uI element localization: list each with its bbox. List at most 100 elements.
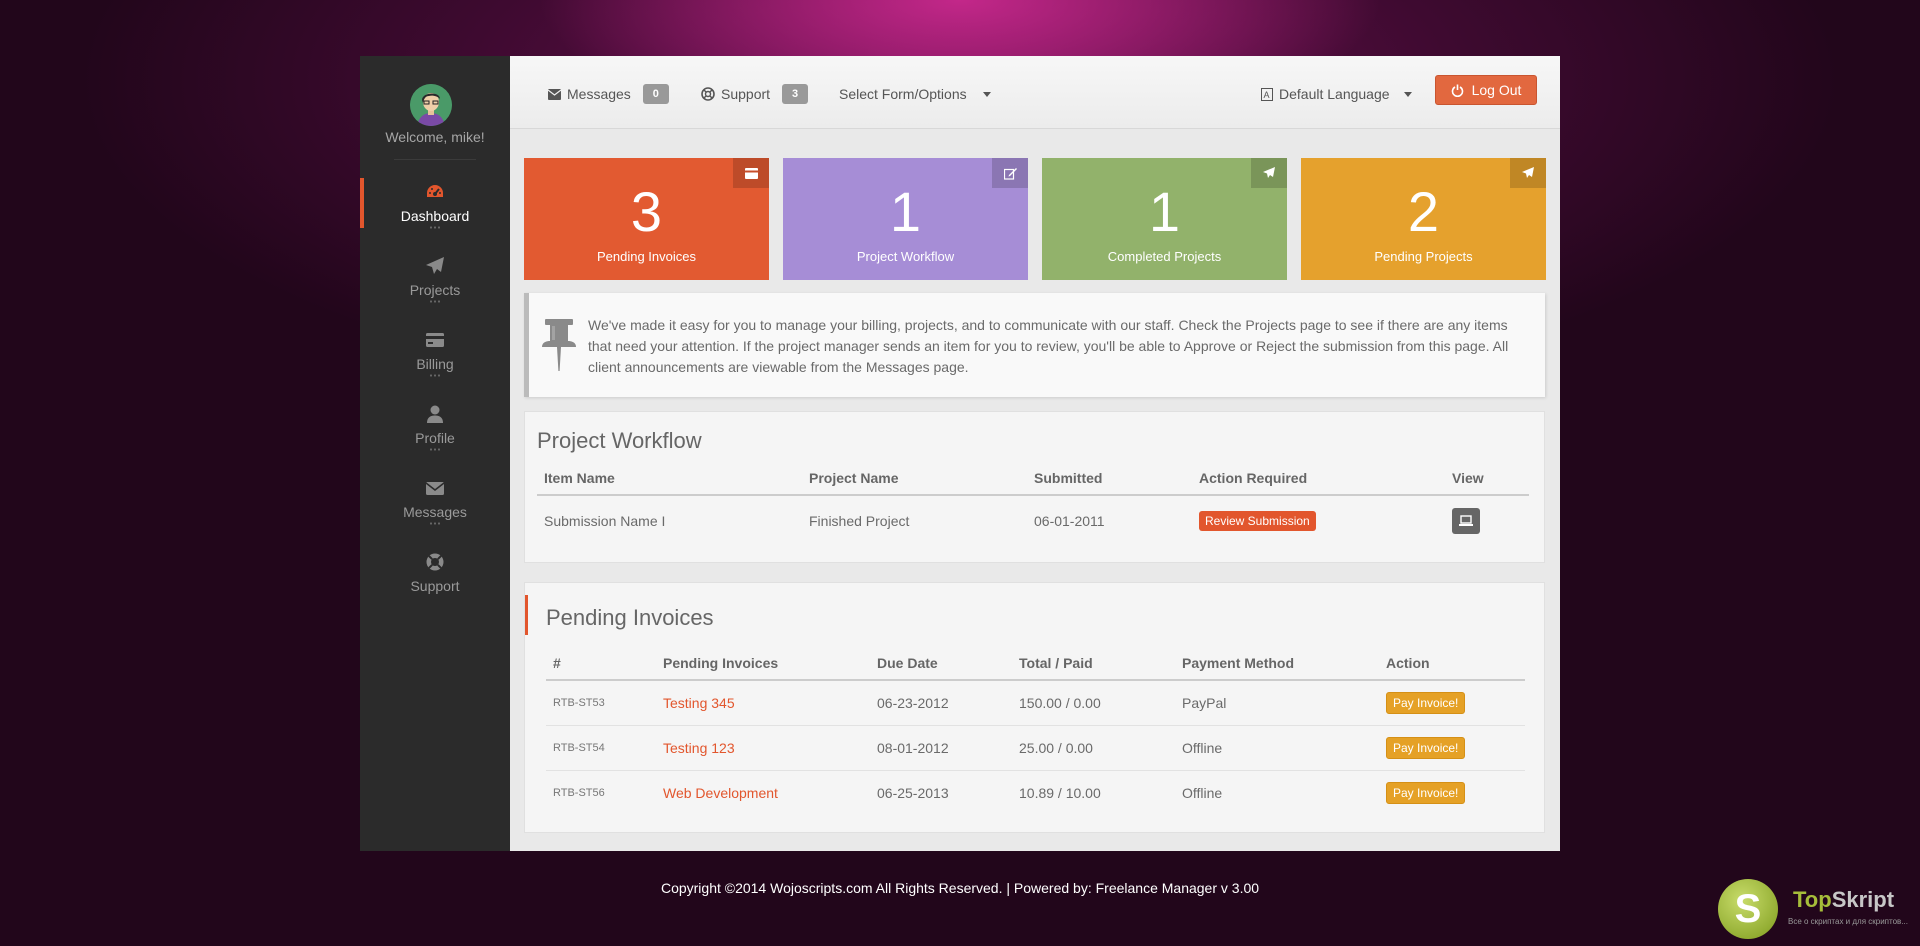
- sidebar-item-billing[interactable]: Billing: [360, 330, 510, 390]
- invoice-id-cell: RTB-ST56: [553, 786, 605, 799]
- welcome-text: Welcome, mike!: [385, 129, 485, 145]
- item-name-cell: Submission Name I: [544, 513, 666, 529]
- watermark-brand: TopSkript: [1793, 887, 1894, 913]
- tile-label: Project Workflow: [856, 249, 955, 264]
- view-cell: [1445, 495, 1529, 546]
- logout-label: Log Out: [1471, 82, 1522, 98]
- credit-card-icon: [744, 167, 758, 179]
- pay-invoice-button[interactable]: Pay Invoice!: [1386, 781, 1466, 804]
- column-header: Payment Method: [1175, 646, 1379, 681]
- dots-decoration: [429, 448, 441, 451]
- info-notice: We've made it easy for you to manage you…: [524, 293, 1545, 397]
- envelope-icon: [548, 88, 561, 100]
- invoices-table: # Pending Invoices Due Date Total / Paid…: [546, 646, 1525, 815]
- logout-button[interactable]: Log Out: [1435, 75, 1537, 105]
- main-content: Messages 0 Support 3 Select Form/Options…: [510, 56, 1560, 851]
- payment-method-cell: Offline: [1175, 725, 1379, 771]
- footer-copyright: Copyright ©2014 Wojoscripts.com All Righ…: [660, 880, 1260, 896]
- panel-accent-bar: [525, 595, 528, 635]
- column-header: Due Date: [870, 646, 1012, 681]
- sidebar-divider: [394, 159, 476, 160]
- avatar[interactable]: [410, 84, 452, 126]
- form-options-dropdown[interactable]: Select Form/Options: [839, 84, 991, 104]
- invoice-id-cell: RTB-ST54: [546, 725, 656, 771]
- support-label: Support: [721, 86, 771, 102]
- action-cell: Pay Invoice!: [1379, 770, 1525, 815]
- tile-pending-projects[interactable]: 2 Pending Projects: [1301, 158, 1546, 280]
- language-dropdown[interactable]: A Default Language: [1261, 84, 1412, 104]
- invoice-link[interactable]: Web Development: [663, 785, 778, 801]
- payment-method-cell: PayPal: [1175, 680, 1379, 726]
- paper-plane-icon: [1522, 167, 1534, 178]
- pay-invoice-button[interactable]: Pay Invoice!: [1386, 736, 1466, 759]
- view-button[interactable]: [1452, 508, 1480, 534]
- column-header: Item Name: [537, 461, 802, 496]
- invoice-name-cell: Web Development: [656, 770, 870, 815]
- tile-project-workflow[interactable]: 1 Project Workflow: [783, 158, 1028, 280]
- sidebar: Welcome, mike! Dashboard Projects Billin…: [360, 56, 510, 851]
- watermark-letter: S: [1734, 886, 1762, 931]
- life-ring-icon: [426, 553, 444, 571]
- total-paid-cell: 25.00 / 0.00: [1012, 725, 1175, 771]
- user-icon: [427, 405, 443, 423]
- due-date-cell: 08-01-2012: [870, 725, 1012, 771]
- column-header: Submitted: [1027, 461, 1192, 496]
- pay-invoice-button[interactable]: Pay Invoice!: [1386, 691, 1466, 714]
- column-header: Project Name: [802, 461, 1027, 496]
- envelope-icon: [425, 482, 445, 495]
- support-count-badge: 3: [782, 84, 809, 104]
- sidebar-item-label: Support: [410, 578, 460, 594]
- language-icon: A: [1261, 87, 1273, 101]
- review-submission-button[interactable]: Review Submission: [1199, 511, 1316, 531]
- invoice-name-cell: Testing 345: [656, 680, 870, 726]
- submitted-date-cell: 06-01-2011: [1034, 513, 1105, 529]
- tile-label: Completed Projects: [1107, 249, 1222, 264]
- sidebar-item-label: Dashboard: [400, 208, 470, 224]
- sidebar-item-label: Messages: [403, 504, 467, 520]
- table-header-row: Item Name Project Name Submitted Action …: [537, 461, 1529, 496]
- tile-value: 2: [1407, 180, 1440, 243]
- sidebar-item-profile[interactable]: Profile: [360, 404, 510, 464]
- column-header: Action: [1379, 646, 1525, 681]
- due-date-cell: 06-25-2013: [877, 784, 949, 801]
- language-label: Default Language: [1279, 86, 1390, 102]
- sidebar-item-dashboard[interactable]: Dashboard: [360, 182, 510, 242]
- tile-completed-projects[interactable]: 1 Completed Projects: [1042, 158, 1287, 280]
- sidebar-item-projects[interactable]: Projects: [360, 256, 510, 316]
- watermark-brand-b: Skript: [1831, 887, 1895, 912]
- table-row: Submission Name I Finished Project 06-01…: [537, 495, 1529, 546]
- column-header: Action Required: [1192, 461, 1445, 496]
- invoice-link[interactable]: Testing 123: [663, 740, 735, 756]
- tile-value: 3: [630, 180, 663, 243]
- panel-title: Pending Invoices: [546, 605, 714, 630]
- dots-decoration: [429, 226, 441, 229]
- paper-plane-icon: [1263, 167, 1275, 178]
- edit-icon: [1003, 167, 1017, 180]
- table-row: RTB-ST53 Testing 345 06-23-2012 150.00 /…: [546, 680, 1525, 726]
- svg-text:A: A: [1264, 90, 1270, 100]
- tile-value: 1: [889, 180, 922, 243]
- support-link[interactable]: Support 3: [701, 84, 809, 104]
- sidebar-item-support[interactable]: Support: [360, 552, 510, 612]
- dashboard-icon: [427, 185, 443, 197]
- due-date-cell: 06-23-2012: [870, 680, 1012, 726]
- total-paid-cell: 10.89 / 10.00: [1019, 784, 1101, 801]
- total-paid-cell: 150.00 / 0.00: [1012, 680, 1175, 726]
- invoice-id-cell: RTB-ST53: [546, 680, 656, 726]
- top-bar: Messages 0 Support 3 Select Form/Options…: [510, 56, 1560, 129]
- tile-pending-invoices[interactable]: 3 Pending Invoices: [524, 158, 769, 280]
- panel-title: Project Workflow: [537, 428, 702, 453]
- messages-label: Messages: [567, 86, 631, 102]
- credit-card-icon: [426, 333, 444, 347]
- chevron-down-icon: [982, 91, 991, 97]
- form-options-label: Select Form/Options: [839, 86, 967, 102]
- invoice-link[interactable]: Testing 345: [663, 695, 735, 711]
- invoice-name-cell: Testing 123: [656, 725, 870, 771]
- watermark-tagline: Все о скриптах и для скриптов...: [1788, 917, 1908, 926]
- project-workflow-panel: Project Workflow Item Name Project Name …: [524, 411, 1545, 563]
- sidebar-item-messages[interactable]: Messages: [360, 478, 510, 538]
- sidebar-item-label: Profile: [415, 430, 455, 446]
- tile-label: Pending Invoices: [596, 249, 696, 264]
- messages-link[interactable]: Messages 0: [548, 84, 669, 104]
- life-ring-icon: [701, 87, 715, 101]
